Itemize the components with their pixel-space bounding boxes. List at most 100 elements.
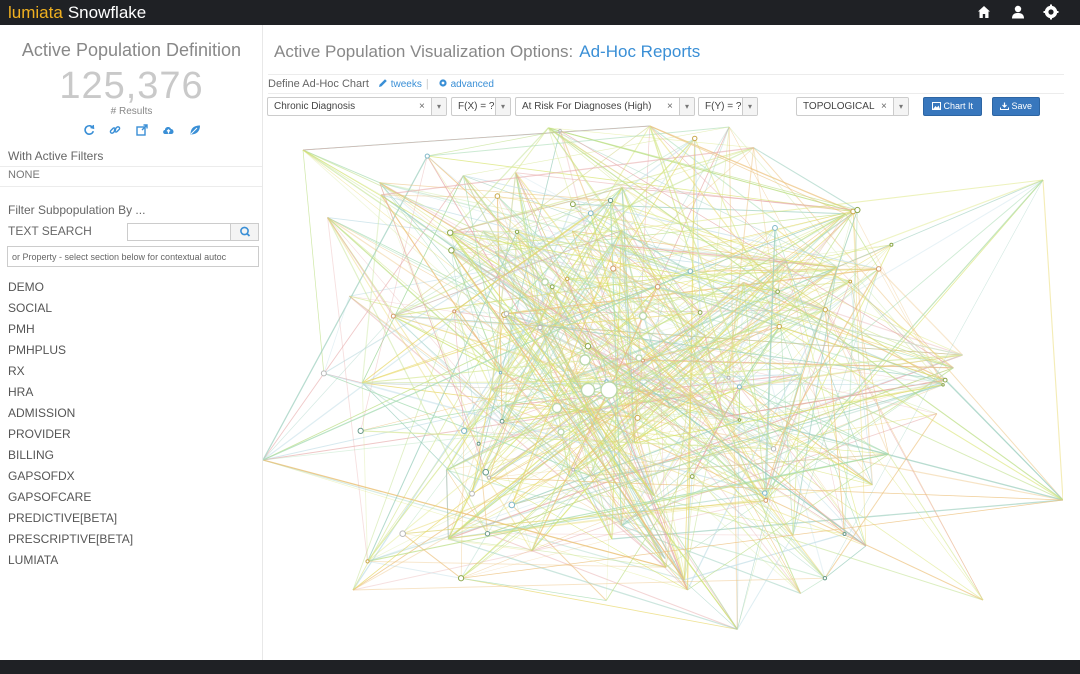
graph-node[interactable]: [484, 531, 491, 537]
category-item[interactable]: HRA: [8, 382, 133, 403]
graph-node[interactable]: [503, 311, 510, 317]
graph-node[interactable]: [448, 247, 455, 254]
graph-node[interactable]: [508, 501, 516, 509]
graph-node[interactable]: [737, 418, 742, 422]
external-link-icon[interactable]: [136, 123, 150, 137]
graph-node[interactable]: [537, 324, 543, 331]
graph-node[interactable]: [365, 559, 370, 564]
chart-type-select[interactable]: TOPOLOGICAL × ▾: [796, 97, 909, 116]
category-item[interactable]: BILLING: [8, 445, 133, 466]
graph-node[interactable]: [514, 229, 520, 235]
graph-node[interactable]: [607, 197, 614, 204]
graph-node[interactable]: [848, 279, 853, 284]
graph-node[interactable]: [763, 498, 769, 503]
category-item[interactable]: PMH: [8, 319, 133, 340]
graph-node[interactable]: [822, 307, 828, 313]
link-icon[interactable]: [109, 123, 123, 137]
graph-node[interactable]: [469, 490, 475, 497]
graph-hub-node[interactable]: [551, 402, 563, 414]
graph-node[interactable]: [584, 343, 592, 350]
graph-node[interactable]: [842, 531, 847, 536]
graph-node[interactable]: [770, 446, 777, 452]
graph-node[interactable]: [390, 313, 396, 319]
graph-node[interactable]: [697, 310, 703, 315]
save-button[interactable]: Save: [992, 97, 1040, 116]
graph-node[interactable]: [424, 153, 430, 159]
home-icon[interactable]: [976, 4, 992, 20]
graph-node[interactable]: [610, 265, 617, 272]
cloud-upload-icon[interactable]: [162, 123, 176, 137]
graph-node[interactable]: [692, 135, 698, 142]
graph-node[interactable]: [587, 210, 594, 217]
graph-node[interactable]: [499, 418, 505, 424]
graph-node[interactable]: [569, 201, 576, 208]
graph-node[interactable]: [776, 323, 782, 330]
graph-node[interactable]: [461, 427, 468, 435]
graph-node[interactable]: [634, 414, 641, 421]
user-icon[interactable]: [1010, 4, 1026, 20]
graph-node[interactable]: [498, 371, 503, 375]
category-item[interactable]: PROVIDER: [8, 424, 133, 445]
fy-select[interactable]: F(Y) = ? ▾: [698, 97, 758, 116]
graph-node[interactable]: [689, 474, 695, 479]
graph-node[interactable]: [486, 475, 492, 480]
graph-node[interactable]: [942, 377, 948, 383]
settings-icon[interactable]: [1043, 4, 1059, 20]
graph-node[interactable]: [736, 384, 742, 390]
graph-node[interactable]: [822, 576, 828, 581]
graph-node[interactable]: [549, 284, 555, 290]
app-logo[interactable]: lumiata Snowflake: [8, 2, 146, 23]
graph-node[interactable]: [457, 575, 465, 582]
clear-type-icon[interactable]: ×: [881, 98, 887, 115]
graph-node[interactable]: [357, 427, 364, 434]
ad-hoc-reports-link[interactable]: Ad-Hoc Reports: [579, 42, 700, 61]
graph-node[interactable]: [571, 467, 576, 472]
graph-hub-node[interactable]: [579, 354, 591, 366]
category-item[interactable]: SOCIAL: [8, 298, 133, 319]
tweeks-link[interactable]: tweeks: [378, 79, 422, 90]
graph-hub-node[interactable]: [638, 311, 648, 321]
graph-node[interactable]: [772, 225, 778, 231]
text-search-input[interactable]: [127, 223, 231, 241]
search-button[interactable]: [230, 223, 259, 241]
property-search-input[interactable]: [7, 246, 259, 267]
category-item[interactable]: GAPSOFDX: [8, 466, 133, 487]
graph-node[interactable]: [399, 530, 407, 538]
graph-node[interactable]: [875, 266, 882, 272]
graph-node[interactable]: [494, 193, 501, 199]
category-item[interactable]: DEMO: [8, 277, 133, 298]
graph-node[interactable]: [762, 490, 768, 496]
category-item[interactable]: PREDICTIVE[BETA]: [8, 508, 133, 529]
graph-hub-node[interactable]: [541, 278, 549, 286]
leaf-icon[interactable]: [189, 123, 203, 137]
graph-hub-node[interactable]: [635, 354, 643, 362]
category-item[interactable]: PRESCRIPTIVE[BETA]: [8, 529, 133, 550]
graph-node[interactable]: [726, 375, 731, 380]
topological-network-graph[interactable]: [263, 120, 1063, 640]
category-item[interactable]: ADMISSION: [8, 403, 133, 424]
graph-node[interactable]: [565, 276, 570, 282]
graph-node[interactable]: [476, 441, 481, 446]
advanced-link[interactable]: advanced: [438, 79, 494, 90]
graph-node[interactable]: [654, 283, 661, 290]
graph-node[interactable]: [941, 383, 945, 387]
category-item[interactable]: LUMIATA: [8, 550, 133, 571]
fx-select[interactable]: F(X) = ? ▾: [451, 97, 511, 116]
category-item[interactable]: RX: [8, 361, 133, 382]
clear-y-icon[interactable]: ×: [667, 98, 673, 115]
graph-node[interactable]: [889, 242, 894, 247]
graph-node[interactable]: [558, 128, 562, 133]
chart-it-button[interactable]: Chart It: [923, 97, 982, 116]
graph-hub-node[interactable]: [580, 382, 596, 398]
refresh-icon[interactable]: [83, 123, 97, 137]
category-item[interactable]: PMHPLUS: [8, 340, 133, 361]
y-axis-select[interactable]: At Risk For Diagnoses (High) × ▾: [515, 97, 695, 116]
graph-node[interactable]: [687, 268, 693, 274]
graph-node[interactable]: [452, 309, 457, 314]
graph-hub-node[interactable]: [600, 381, 618, 399]
graph-node[interactable]: [854, 206, 861, 214]
graph-hub-node[interactable]: [557, 428, 565, 436]
graph-node[interactable]: [482, 468, 490, 476]
graph-node[interactable]: [320, 370, 327, 377]
clear-x-icon[interactable]: ×: [419, 98, 425, 115]
